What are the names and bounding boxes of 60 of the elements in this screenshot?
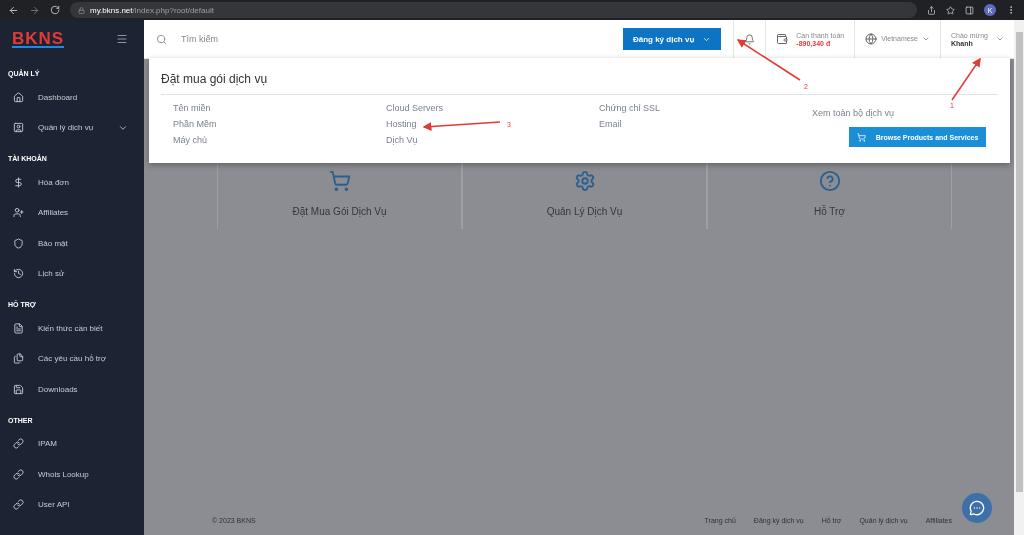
sidebar-icon [13, 176, 24, 188]
sidebar-icon [13, 499, 24, 511]
star-icon[interactable] [946, 5, 955, 15]
sidebar-item[interactable]: Các yêu cầu hỗ trợ [0, 343, 144, 374]
sidebar-item[interactable]: Lịch sử [0, 258, 144, 289]
sidebar-icon [13, 438, 24, 450]
service-link[interactable]: Cloud Servers [386, 103, 444, 114]
sidebar-item[interactable]: Bảo mật [0, 228, 144, 259]
service-link[interactable]: Hosting [386, 119, 417, 130]
sidebar-icon [13, 383, 24, 395]
globe-icon [865, 33, 878, 45]
sidebar-icon [13, 353, 24, 365]
sidebar-icon [13, 207, 24, 219]
search-icon [156, 33, 167, 45]
wallet-icon [776, 33, 789, 45]
service-link[interactable]: Email [599, 119, 622, 130]
sidebar-item[interactable]: Whois Lookup [0, 459, 144, 490]
side-panel-icon[interactable] [965, 5, 974, 15]
reload-icon[interactable] [50, 5, 60, 15]
lock-icon [78, 6, 85, 14]
order-service-button[interactable]: Đăng ký dịch vụ [622, 28, 722, 50]
sidebar-icon [13, 91, 24, 103]
sidebar-icon [13, 322, 24, 334]
sidebar-item[interactable]: Kiến thức cần biết [0, 313, 144, 344]
scrollbar[interactable] [1014, 20, 1024, 535]
sidebar-item[interactable]: Affiliates [0, 197, 144, 228]
sidebar-icon [13, 237, 24, 249]
cart-icon [856, 132, 866, 142]
menu-icon[interactable] [116, 33, 128, 45]
service-link[interactable]: Phần Mềm [173, 119, 217, 130]
address-bar[interactable]: my.bkns.net/index.php?root/default [70, 2, 917, 18]
back-icon[interactable] [8, 4, 19, 16]
service-link[interactable]: Tên miền [173, 103, 211, 114]
gear-icon [573, 170, 596, 192]
chat-icon [969, 500, 985, 516]
help-icon [818, 170, 841, 192]
service-link[interactable]: Chứng chỉ SSL [599, 103, 661, 114]
share-icon[interactable] [927, 5, 936, 15]
service-link[interactable]: Máy chủ [173, 135, 207, 146]
service-link[interactable]: Dịch Vụ [386, 135, 418, 146]
sidebar-item[interactable]: User API [0, 489, 144, 520]
sidebar-icon [13, 268, 24, 280]
caret-icon [996, 35, 1004, 43]
sidebar-item[interactable]: Downloads [0, 374, 144, 405]
annotation-arrow [951, 57, 981, 101]
sidebar-item[interactable]: IPAM [0, 428, 144, 459]
sidebar-item[interactable]: Dashboard [0, 82, 144, 113]
sidebar-icon [13, 122, 24, 134]
cart-icon [328, 170, 351, 192]
url-text: my.bkns.net/index.php?root/default [90, 5, 214, 15]
sidebar-item[interactable]: Quản lý dịch vụ [0, 112, 144, 143]
search-field[interactable]: Tìm kiếm [179, 33, 623, 45]
logo: BKNS [12, 30, 65, 48]
forward-icon[interactable] [29, 4, 40, 16]
chat-button[interactable] [962, 493, 992, 523]
caret-icon [922, 35, 930, 43]
sidebar-icon [13, 468, 24, 480]
bell-icon[interactable] [744, 33, 756, 45]
sidebar-item[interactable]: Hóa đơn [0, 167, 144, 198]
view-all-link[interactable]: Xem toàn bộ dịch vụ [812, 108, 895, 119]
